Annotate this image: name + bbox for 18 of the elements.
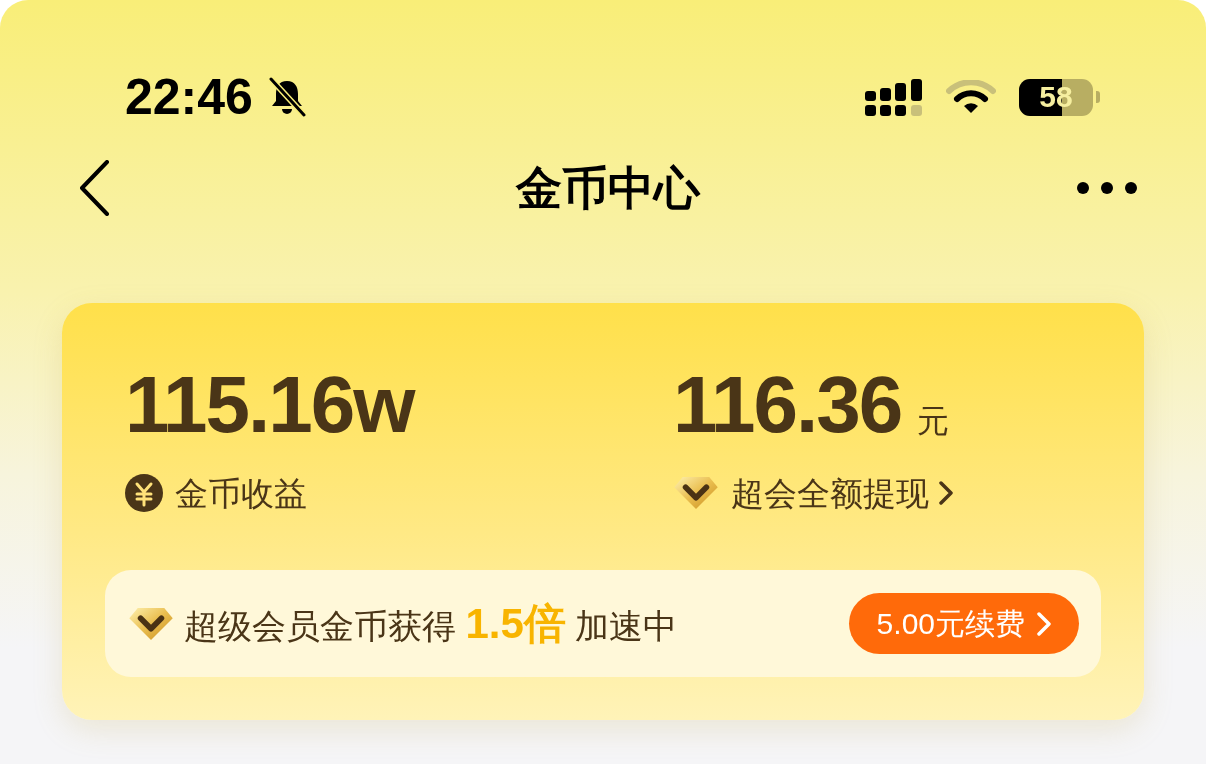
withdraw-link[interactable]: 超会全额提现 xyxy=(731,476,953,510)
currency-unit: 元 xyxy=(917,405,950,437)
cash-amount-value: 116.36 xyxy=(673,365,902,445)
status-time: 22:46 xyxy=(125,72,253,122)
diamond-icon xyxy=(128,606,174,641)
chevron-left-icon xyxy=(78,160,110,216)
coin-earnings-value: 115.16w xyxy=(125,365,414,445)
speed-up-message: 超级会员金币获得 1.5倍 加速中 xyxy=(184,602,678,645)
more-icon xyxy=(1076,181,1138,195)
chevron-right-icon xyxy=(1037,611,1051,636)
chevron-right-icon xyxy=(939,481,953,505)
wifi-icon xyxy=(946,79,996,115)
stat-label: 金币收益 xyxy=(175,476,307,510)
cellular-signal-icon xyxy=(865,78,923,116)
page-title: 金币中心 xyxy=(516,165,700,211)
diamond-icon xyxy=(673,476,719,510)
yen-coin-icon xyxy=(125,474,163,512)
bell-slash-icon xyxy=(266,77,307,117)
